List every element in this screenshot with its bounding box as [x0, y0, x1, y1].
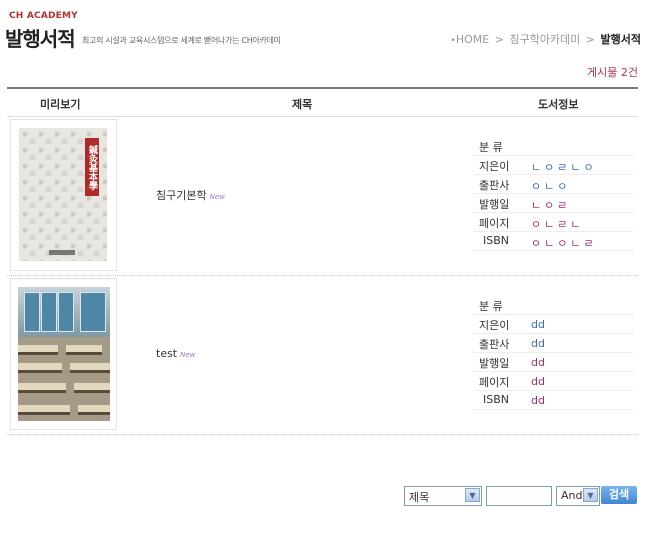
info-label: 분 류 — [479, 141, 503, 154]
info-line: 발행일 dd — [473, 353, 633, 372]
book-thumbnail[interactable]: 鍼灸基本學 — [10, 119, 117, 271]
info-value: ㄴㅇㄹ — [531, 199, 571, 212]
info-line: ISBN dd — [473, 391, 633, 410]
info-line: 출판사 ㅇㄴㅇ — [473, 175, 633, 194]
breadcrumb-home[interactable]: HOME — [456, 33, 489, 46]
breadcrumb-separator: > — [494, 33, 504, 46]
cover-subtitle-decoration — [73, 140, 82, 194]
info-value: dd — [531, 337, 545, 350]
info-line: 발행일 ㄴㅇㄹ — [473, 194, 633, 213]
breadcrumb: •HOME > 침구학아카데미 > 발행서적 — [451, 31, 641, 47]
chevron-down-icon: ▼ — [465, 488, 480, 502]
info-value: ㅇㄴㅇㄴㄹ — [531, 237, 597, 250]
new-badge: New — [209, 193, 225, 201]
breadcrumb-current: 발행서적 — [600, 33, 641, 46]
info-value: dd — [531, 318, 545, 331]
book-title[interactable]: test — [156, 347, 177, 360]
info-label: 페이지 — [479, 217, 510, 230]
search-button[interactable]: 검색 — [601, 486, 637, 504]
info-label: 출판사 — [479, 179, 510, 192]
header-info: 도서정보 — [538, 98, 579, 111]
info-line: 페이지 ㅇㄴㄹㄴ — [473, 213, 633, 232]
academy-label: CH ACADEMY — [9, 11, 78, 21]
search-logic-select[interactable]: And ▼ — [556, 486, 600, 506]
new-badge: New — [180, 351, 196, 359]
info-line: 분 류 — [473, 296, 633, 315]
page-subtitle: 최고의 시설과 교육시스템으로 세계로 뻗어나가는 CH아카데미 — [82, 36, 281, 45]
header-preview: 미리보기 — [40, 98, 81, 111]
info-value: dd — [531, 375, 545, 388]
info-value: dd — [531, 394, 545, 407]
info-line: 분 류 — [473, 137, 633, 156]
cover-title: 鍼灸基本學 — [85, 138, 99, 196]
info-label: ISBN — [483, 234, 510, 247]
page-title: 발행서적 — [5, 27, 76, 51]
info-line: 출판사 dd — [473, 334, 633, 353]
info-label: 발행일 — [479, 357, 510, 370]
info-label: ISBN — [483, 393, 510, 406]
info-value: dd — [531, 356, 545, 369]
info-label: 지은이 — [479, 160, 510, 173]
info-line: ISBN ㅇㄴㅇㄴㄹ — [473, 232, 633, 251]
info-label: 페이지 — [479, 376, 510, 389]
info-label: 발행일 — [479, 198, 510, 211]
search-field-value: 제목 — [409, 491, 430, 504]
book-cover-image: 鍼灸基本學 — [19, 128, 107, 261]
breadcrumb-separator: > — [585, 33, 596, 46]
book-info: 분 류 지은이 dd 출판사 dd 발행일 dd 페이지 dd ISBN dd — [473, 296, 633, 410]
book-thumbnail[interactable] — [10, 278, 117, 430]
header-title: 제목 — [292, 98, 313, 111]
info-line: 페이지 dd — [473, 372, 633, 391]
info-value: ㄴㅇㄹㄴㅇ — [531, 161, 597, 174]
publisher-logo — [49, 250, 75, 255]
info-label: 분 류 — [479, 300, 503, 313]
book-title-link[interactable]: test New — [156, 347, 195, 360]
breadcrumb-section[interactable]: 침구학아카데미 — [509, 33, 580, 46]
info-label: 지은이 — [479, 319, 510, 332]
book-title[interactable]: 침구기본학 — [156, 189, 207, 202]
search-input[interactable] — [486, 486, 552, 506]
info-line: 지은이 ㄴㅇㄹㄴㅇ — [473, 156, 633, 175]
search-logic-value: And — [561, 489, 583, 502]
info-value: ㅇㄴㅇ — [531, 180, 571, 193]
table-row: test New 분 류 지은이 dd 출판사 dd 발행일 dd 페이지 dd ISBN… — [7, 276, 638, 435]
book-title-link[interactable]: 침구기본학 New — [156, 187, 225, 203]
chevron-down-icon: ▼ — [583, 488, 598, 502]
post-count: 게시물 2건 — [587, 66, 638, 79]
search-field-select[interactable]: 제목 ▼ — [404, 486, 482, 506]
info-label: 출판사 — [479, 338, 510, 351]
info-value: ㅇㄴㄹㄴ — [531, 218, 584, 231]
info-line: 지은이 dd — [473, 315, 633, 334]
book-info: 분 류 지은이 ㄴㅇㄹㄴㅇ 출판사 ㅇㄴㅇ 발행일 ㄴㅇㄹ 페이지 ㅇㄴㄹㄴ ISBN ㅇ… — [473, 137, 633, 251]
table-header: 미리보기 제목 도서정보 — [7, 87, 638, 117]
classroom-photo — [18, 287, 110, 421]
table-row: 鍼灸基本學 침구기본학 New 분 류 지은이 ㄴㅇㄹㄴㅇ 출판사 ㅇㄴㅇ 발행일 ㄴㅇ… — [7, 115, 638, 276]
